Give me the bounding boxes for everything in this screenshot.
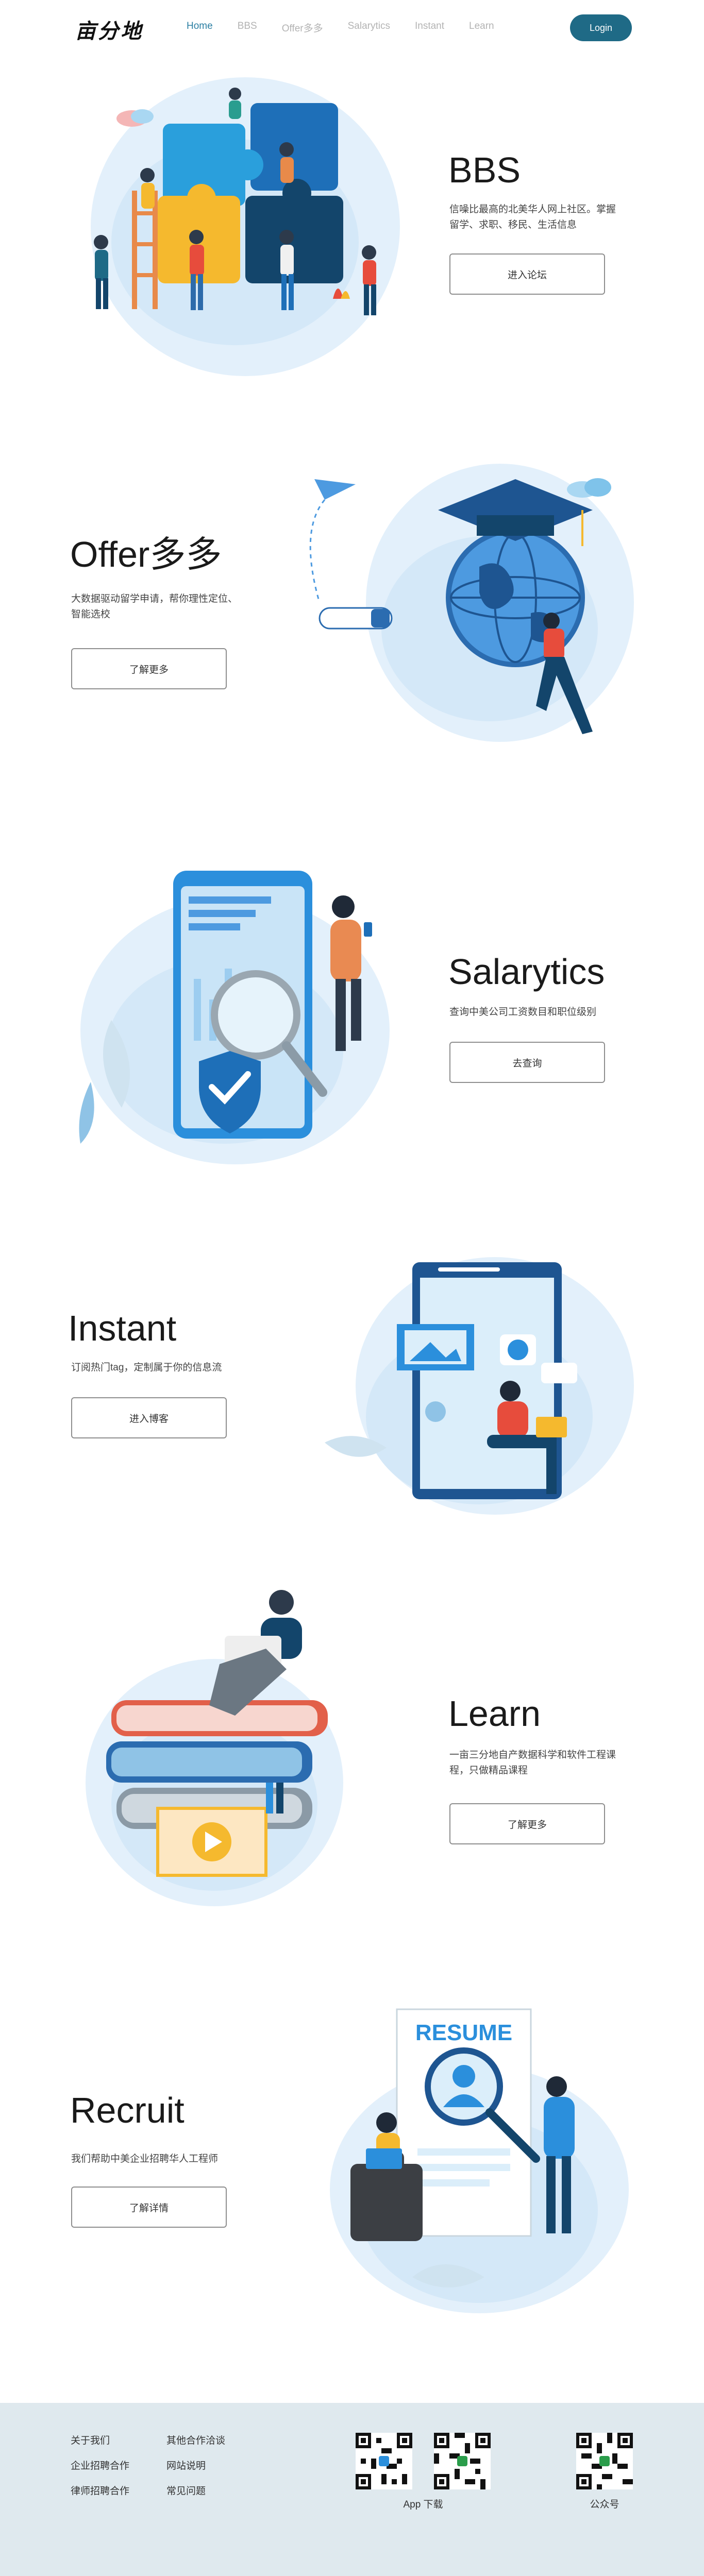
offer-learn-more-button[interactable]: 了解更多 bbox=[71, 648, 227, 689]
feed-phone-illustration bbox=[325, 1257, 634, 1515]
enter-forum-button[interactable]: 进入论坛 bbox=[449, 253, 605, 295]
instant-description: 订阅热门tag，定制属于你的信息流 bbox=[71, 1362, 222, 1373]
bbs-description: 信噪比最高的北美华人网上社区。掌握留学、求职、移民、生活信息 bbox=[449, 204, 616, 230]
learn-more-button[interactable]: 了解更多 bbox=[449, 1803, 605, 1844]
offer-description: 大数据驱动留学申请，帮你理性定位、智能选校 bbox=[71, 594, 238, 620]
section-recruit: Recruit 我们帮助中美企业招聘华人工程师 了解详情 RESUME bbox=[0, 1999, 704, 2329]
section-offer: Offer多多 大数据驱动留学申请，帮你理性定位、智能选校 了解更多 bbox=[0, 443, 704, 773]
learn-title: Learn bbox=[448, 1693, 541, 1734]
footer-link-lawyer-recruiting[interactable]: 律师招聘合作 bbox=[71, 2483, 166, 2497]
footer-link-site-info[interactable]: 网站说明 bbox=[166, 2458, 270, 2472]
login-button[interactable]: Login bbox=[570, 14, 632, 41]
logo-text: 亩分地 bbox=[75, 19, 143, 43]
go-query-button[interactable]: 去查询 bbox=[449, 1042, 605, 1083]
salarytics-description: 查询中美公司工资数目和职位级别 bbox=[449, 1007, 597, 1018]
resume-heading: RESUME bbox=[415, 2020, 512, 2045]
resume-recruit-illustration: RESUME bbox=[330, 2008, 629, 2313]
recruit-title: Recruit bbox=[70, 2090, 185, 2130]
recruit-description: 我们帮助中美企业招聘华人工程师 bbox=[71, 2154, 219, 2164]
wechat-qr-code[interactable] bbox=[576, 2433, 633, 2489]
footer-link-faq[interactable]: 常见问题 bbox=[166, 2483, 270, 2497]
section-instant: Instant 订阅热门tag，定制属于你的信息流 进入博客 bbox=[0, 1247, 704, 1566]
wechat-caption: 公众号 bbox=[590, 2499, 619, 2510]
books-learning-illustration bbox=[86, 1590, 343, 1906]
footer-links: 关于我们 其他合作洽谈 企业招聘合作 网站说明 律师招聘合作 常见问题 bbox=[71, 2433, 270, 2497]
enter-blog-button[interactable]: 进入博客 bbox=[71, 1397, 227, 1438]
learn-details-button[interactable]: 了解详情 bbox=[71, 2187, 227, 2228]
salarytics-title: Salarytics bbox=[448, 952, 605, 992]
salary-search-illustration bbox=[79, 871, 390, 1164]
nav-bbs[interactable]: BBS bbox=[238, 21, 257, 35]
graduation-globe-illustration bbox=[309, 464, 634, 742]
site-logo[interactable]: 亩分地 bbox=[75, 11, 153, 43]
instant-title: Instant bbox=[68, 1308, 177, 1348]
nav-salarytics[interactable]: Salarytics bbox=[348, 21, 390, 35]
nav-home[interactable]: Home bbox=[187, 21, 213, 35]
app-download-caption: App 下载 bbox=[403, 2499, 443, 2510]
nav-learn[interactable]: Learn bbox=[469, 21, 494, 35]
nav-instant[interactable]: Instant bbox=[415, 21, 444, 35]
site-footer: 关于我们 其他合作洽谈 企业招聘合作 网站说明 律师招聘合作 常见问题 App … bbox=[0, 2403, 704, 2576]
footer-link-about[interactable]: 关于我们 bbox=[71, 2433, 166, 2447]
main-nav: Home BBS Offer多多 Salarytics Instant Lear… bbox=[187, 21, 519, 35]
footer-link-other-cooperation[interactable]: 其他合作洽谈 bbox=[166, 2433, 270, 2447]
app-ios-qr-code[interactable] bbox=[356, 2433, 412, 2489]
section-bbs: BBS 信噪比最高的北美华人网上社区。掌握留学、求职、移民、生活信息 进入论坛 bbox=[0, 72, 704, 392]
offer-title: Offer多多 bbox=[70, 534, 222, 574]
learn-description: 一亩三分地自产数据科学和软件工程课程，只做精品课程 bbox=[449, 1750, 616, 1776]
nav-offer[interactable]: Offer多多 bbox=[282, 21, 323, 35]
section-learn: Learn 一亩三分地自产数据科学和软件工程课程，只做精品课程 了解更多 bbox=[0, 1587, 704, 1927]
site-header: 亩分地 Home BBS Offer多多 Salarytics Instant … bbox=[0, 0, 704, 55]
footer-link-enterprise-recruiting[interactable]: 企业招聘合作 bbox=[71, 2458, 166, 2472]
bbs-title: BBS bbox=[448, 150, 521, 190]
section-salarytics: Salarytics 查询中美公司工资数目和职位级别 去查询 bbox=[0, 866, 704, 1185]
app-android-qr-code[interactable] bbox=[434, 2433, 491, 2489]
puzzle-team-illustration bbox=[91, 77, 400, 376]
